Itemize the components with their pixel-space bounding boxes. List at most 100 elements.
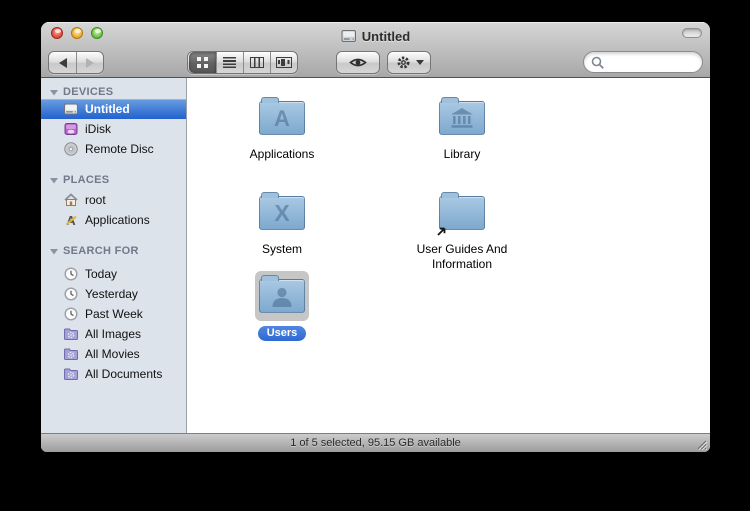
disclosure-triangle-icon[interactable] <box>50 177 58 184</box>
sidebar-item-past-week[interactable]: Past Week <box>41 304 186 324</box>
sidebar-item-label: Untitled <box>85 102 130 116</box>
sidebar-item-untitled[interactable]: Untitled <box>41 99 186 119</box>
volume-icon <box>341 30 356 42</box>
library-folder-icon[interactable] <box>439 97 485 135</box>
title-toolbar-area[interactable]: Untitled <box>41 22 710 78</box>
minimize-button[interactable] <box>71 27 83 39</box>
folder-item-library[interactable]: Library <box>387 94 537 162</box>
sidebar-item-applications[interactable]: A Applications <box>41 210 186 230</box>
sidebar-item-label: All Images <box>85 327 142 341</box>
sidebar-item-label: iDisk <box>85 122 111 136</box>
forward-arrow-icon <box>86 57 94 68</box>
home-icon <box>63 192 79 208</box>
view-mode-control <box>187 51 298 74</box>
clock-icon <box>63 266 79 282</box>
sidebar-item-label: Today <box>85 267 118 281</box>
applications-a-emblem-icon: A <box>274 106 290 130</box>
section-label: DEVICES <box>63 86 114 98</box>
eye-icon <box>349 58 367 67</box>
sidebar-item-label: All Documents <box>85 367 163 381</box>
alias-arrow-icon <box>437 227 446 236</box>
library-bank-emblem-icon <box>451 108 473 128</box>
back-arrow-icon <box>58 57 67 68</box>
list-view-button[interactable] <box>215 52 243 73</box>
sidebar-item-yesterday[interactable]: Yesterday <box>41 284 186 304</box>
sidebar-item-all-movies[interactable]: All Movies <box>41 344 186 364</box>
search-field[interactable] <box>583 51 703 73</box>
sidebar-item-label: Applications <box>85 213 150 227</box>
svg-text:X: X <box>274 201 290 225</box>
desktop-background: Untitled DEVICES Untitled iDisk Remote D… <box>0 0 750 511</box>
column-view-button[interactable] <box>242 52 270 73</box>
sidebar-item-label: All Movies <box>85 347 140 361</box>
section-label: PLACES <box>63 174 110 186</box>
file-browser-content[interactable]: A Applications Library X System User Gui… <box>187 78 710 433</box>
applications-icon: A <box>63 212 79 228</box>
sidebar-item-label: Yesterday <box>85 287 138 301</box>
folder-label: Library <box>443 147 481 161</box>
clock-icon <box>63 286 79 302</box>
coverflow-view-icon <box>275 57 292 68</box>
window-title: Untitled <box>361 28 411 44</box>
quick-look-button[interactable] <box>336 51 380 74</box>
sidebar-section-devices: DEVICES <box>41 85 186 99</box>
folder-label: Applications <box>249 147 315 161</box>
folder-label: User Guides And Information <box>416 242 508 271</box>
resize-grip[interactable] <box>694 437 707 450</box>
smart-folder-icon <box>63 326 79 342</box>
applications-folder-icon[interactable]: A <box>259 97 305 135</box>
window-title-area: Untitled <box>131 27 620 45</box>
sidebar-item-all-documents[interactable]: All Documents <box>41 364 186 384</box>
selected-folder-label: Users <box>257 326 307 341</box>
person-emblem-icon <box>272 287 292 307</box>
sidebar-section-places: PLACES <box>41 173 186 187</box>
internal-drive-icon <box>63 101 79 117</box>
sidebar-item-idisk[interactable]: iDisk <box>41 119 186 139</box>
coverflow-view-button[interactable] <box>269 52 297 73</box>
sidebar-item-label: Past Week <box>85 307 143 321</box>
icon-view-button[interactable] <box>188 52 216 73</box>
back-button[interactable] <box>49 52 76 73</box>
idisk-icon <box>63 121 79 137</box>
smart-folder-icon <box>63 366 79 382</box>
finder-window: Untitled DEVICES Untitled iDisk Remote D… <box>41 22 710 452</box>
forward-button[interactable] <box>76 52 103 73</box>
sidebar-item-remote-disc[interactable]: Remote Disc <box>41 139 186 159</box>
chevron-down-icon <box>415 60 424 65</box>
smart-folder-icon <box>63 346 79 362</box>
list-view-icon <box>223 57 236 68</box>
optical-disc-icon <box>63 141 79 157</box>
folder-item-system[interactable]: X System <box>207 189 357 257</box>
status-bar: 1 of 5 selected, 95.15 GB available <box>41 433 710 452</box>
sidebar-section-search-for: SEARCH FOR <box>41 244 186 258</box>
folder-item-users[interactable]: Users <box>207 271 357 341</box>
close-button[interactable] <box>51 27 63 39</box>
clock-icon <box>63 306 79 322</box>
sidebar-item-root[interactable]: root <box>41 190 186 210</box>
sidebar-item-today[interactable]: Today <box>41 264 186 284</box>
search-icon <box>591 56 604 69</box>
folder-item-user-guides[interactable]: User Guides And Information <box>387 189 537 272</box>
window-body: DEVICES Untitled iDisk Remote Disc PLACE… <box>41 78 710 433</box>
sidebar: DEVICES Untitled iDisk Remote Disc PLACE… <box>41 78 187 433</box>
icon-view-icon <box>196 57 208 68</box>
users-folder-icon[interactable] <box>259 275 305 313</box>
sidebar-item-label: Remote Disc <box>85 142 154 156</box>
action-menu-button[interactable] <box>387 51 431 74</box>
sidebar-item-label: root <box>85 193 106 207</box>
folder-item-applications[interactable]: A Applications <box>207 94 357 162</box>
system-folder-icon[interactable]: X <box>259 192 305 230</box>
disclosure-triangle-icon[interactable] <box>50 248 58 255</box>
gear-icon <box>397 56 409 69</box>
sidebar-item-all-images[interactable]: All Images <box>41 324 186 344</box>
navigation-buttons <box>48 51 104 74</box>
svg-text:A: A <box>274 106 290 130</box>
section-label: SEARCH FOR <box>63 245 139 257</box>
icon-selection-highlight <box>255 271 309 321</box>
search-input[interactable] <box>608 54 698 70</box>
system-x-emblem-icon: X <box>274 201 290 225</box>
disclosure-triangle-icon[interactable] <box>50 89 58 96</box>
zoom-button[interactable] <box>91 27 103 39</box>
folder-label: System <box>261 242 302 256</box>
toolbar-toggle-pill-button[interactable] <box>682 28 702 38</box>
